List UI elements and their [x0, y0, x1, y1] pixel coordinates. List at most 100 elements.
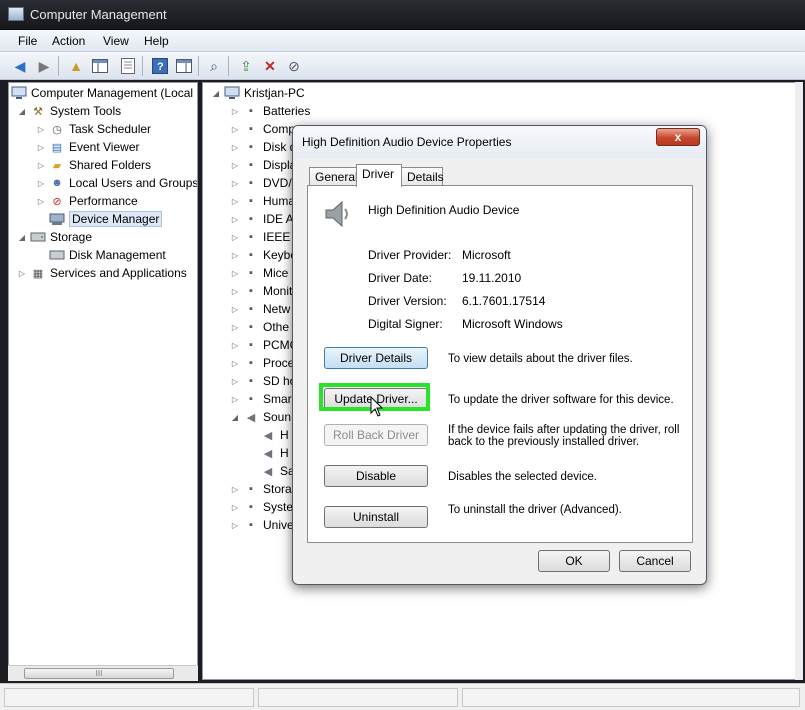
expand-arrow-icon[interactable]: ▷: [230, 287, 240, 296]
expand-arrow-icon[interactable]: ▷: [230, 179, 240, 188]
console-tree-pane[interactable]: Computer Management (Local ◢ ⚒ System To…: [8, 82, 198, 680]
expand-arrow-icon[interactable]: ▷: [230, 269, 240, 278]
expand-arrow-icon[interactable]: ▷: [230, 233, 240, 242]
device-category-item[interactable]: ▷ ▪ Comp: [230, 120, 295, 138]
device-category-item[interactable]: ▷ ▪ PCMC: [230, 336, 298, 354]
help-icon[interactable]: ?: [150, 56, 170, 76]
tree-item-task-scheduler[interactable]: ▷ ◷ Task Scheduler: [36, 120, 151, 138]
show-hide-tree-icon[interactable]: [90, 56, 110, 76]
device-category-item[interactable]: ▷ ▪ Othe: [230, 318, 289, 336]
expand-arrow-icon[interactable]: ▷: [230, 377, 240, 386]
device-category-item[interactable]: ▷ ▪ IEEE 1: [230, 228, 300, 246]
left-pane-horizontal-scrollbar[interactable]: III: [8, 665, 198, 681]
device-category-item[interactable]: ▷ ▪ DVD/: [230, 174, 292, 192]
collapse-arrow-icon[interactable]: ◢: [17, 233, 27, 242]
device-category-item[interactable]: ▷ ▪ Mice: [230, 264, 288, 282]
update-driver-icon[interactable]: ⇪: [236, 56, 256, 76]
menu-file[interactable]: File: [18, 34, 37, 48]
show-hide-action-pane-icon[interactable]: [174, 56, 194, 76]
expand-arrow-icon[interactable]: ▷: [230, 485, 240, 494]
scan-hardware-icon[interactable]: ⌕: [204, 56, 224, 76]
expand-arrow-icon[interactable]: ▷: [36, 179, 46, 188]
expand-arrow-icon[interactable]: ▷: [230, 395, 240, 404]
tree-item-local-users[interactable]: ▷ ☻ Local Users and Groups: [36, 174, 197, 192]
expand-arrow-icon[interactable]: ▷: [230, 161, 240, 170]
back-arrow-icon[interactable]: ◀: [10, 56, 30, 76]
expand-arrow-icon[interactable]: ▷: [230, 323, 240, 332]
device-category-item[interactable]: ▷ ▪ Huma: [230, 192, 295, 210]
expand-arrow-icon[interactable]: ▷: [36, 125, 46, 134]
device-category-item[interactable]: ▷ ▪ Batteries: [230, 102, 310, 120]
device-category-item[interactable]: ◢ ◀ Soun: [230, 408, 291, 426]
expand-arrow-icon[interactable]: ▷: [230, 197, 240, 206]
expand-arrow-icon[interactable]: ▷: [36, 143, 46, 152]
performance-icon: ⊘: [52, 195, 62, 208]
device-category-item[interactable]: ▷ ▪ Netw: [230, 300, 290, 318]
expand-arrow-icon[interactable]: ▷: [230, 503, 240, 512]
expand-arrow-icon[interactable]: ▷: [230, 341, 240, 350]
collapse-arrow-icon[interactable]: ◢: [230, 413, 240, 422]
expand-arrow-icon[interactable]: ▷: [230, 305, 240, 314]
uninstall-device-icon[interactable]: ✕: [260, 56, 280, 76]
speaker-icon: ◀: [263, 447, 273, 460]
tree-item-root[interactable]: Computer Management (Local: [11, 84, 193, 102]
tree-item-performance[interactable]: ▷ ⊘ Performance: [36, 192, 138, 210]
menu-help[interactable]: Help: [144, 34, 169, 48]
expand-arrow-icon[interactable]: ▷: [17, 269, 27, 278]
right-pane-vertical-scrollbar[interactable]: [795, 82, 803, 680]
disable-button[interactable]: Disable: [324, 465, 428, 487]
tree-label-storage: Storage: [50, 230, 93, 244]
expand-arrow-icon[interactable]: ▷: [230, 215, 240, 224]
tab-driver[interactable]: Driver: [356, 164, 402, 187]
expand-arrow-icon[interactable]: ▷: [36, 161, 46, 170]
device-category-item[interactable]: ▷ ▪ Displa: [230, 156, 296, 174]
tab-general[interactable]: General: [309, 167, 358, 186]
driver-details-button[interactable]: Driver Details: [324, 347, 428, 369]
cancel-button[interactable]: Cancel: [619, 550, 691, 572]
tree-item-device-manager[interactable]: Device Manager: [49, 210, 163, 228]
device-category-item[interactable]: ◀ H: [247, 444, 289, 462]
ok-button[interactable]: OK: [538, 550, 610, 572]
menu-action[interactable]: Action: [52, 34, 85, 48]
device-category-item[interactable]: ▷ ▪ Smar: [230, 390, 292, 408]
device-icon: ▪: [249, 141, 253, 153]
properties-icon[interactable]: [118, 56, 138, 76]
expand-arrow-icon[interactable]: ▷: [230, 143, 240, 152]
expand-arrow-icon[interactable]: ▷: [230, 359, 240, 368]
expand-arrow-icon[interactable]: ▷: [230, 107, 240, 116]
up-folder-icon[interactable]: ▲: [66, 56, 86, 76]
device-category-item[interactable]: ▷ ▪ Keybo: [230, 246, 297, 264]
device-category-item[interactable]: ▷ ▪ Unive: [230, 516, 294, 534]
tree-item-disk-management[interactable]: Disk Management: [49, 246, 166, 264]
collapse-arrow-icon[interactable]: ◢: [211, 89, 221, 98]
collapse-arrow-icon[interactable]: ◢: [17, 107, 27, 116]
expand-arrow-icon[interactable]: ▷: [230, 125, 240, 134]
expand-arrow-icon[interactable]: ▷: [36, 197, 46, 206]
device-category-item[interactable]: ▷ ▪ Proce: [230, 354, 294, 372]
device-category-item[interactable]: ▷ ▪ Disk d: [230, 138, 296, 156]
device-category-item[interactable]: ▷ ▪ Stora: [230, 480, 292, 498]
disable-device-icon[interactable]: ⊘: [284, 56, 304, 76]
device-category-item[interactable]: ◀ Sa: [247, 462, 295, 480]
tree-item-event-viewer[interactable]: ▷ ▤ Event Viewer: [36, 138, 140, 156]
tree-item-storage[interactable]: ◢ Storage: [17, 228, 92, 246]
device-category-item[interactable]: ▷ ▪ Syste: [230, 498, 293, 516]
tree-item-system-tools[interactable]: ◢ ⚒ System Tools: [17, 102, 121, 120]
uninstall-button[interactable]: Uninstall: [324, 506, 428, 528]
device-category-item[interactable]: ▷ ▪ Monit: [230, 282, 292, 300]
tab-details[interactable]: Details: [401, 167, 444, 186]
expand-arrow-icon[interactable]: ▷: [230, 251, 240, 260]
tree-item-shared-folders[interactable]: ▷ ▰ Shared Folders: [36, 156, 151, 174]
tree-item-computer[interactable]: ◢ Kristjan-PC: [211, 84, 305, 102]
menu-view[interactable]: View: [103, 34, 129, 48]
device-category-item[interactable]: ◀ H: [247, 426, 289, 444]
expand-arrow-icon[interactable]: ▷: [230, 521, 240, 530]
roll-back-driver-button[interactable]: Roll Back Driver: [324, 424, 428, 446]
forward-arrow-icon[interactable]: ▶: [34, 56, 54, 76]
scrollbar-thumb[interactable]: III: [24, 668, 174, 679]
device-category-item[interactable]: ▷ ▪ SD ho: [230, 372, 296, 390]
tree-label-task-scheduler: Task Scheduler: [69, 122, 152, 136]
close-button[interactable]: x: [656, 128, 700, 146]
device-category-item[interactable]: ▷ ▪ IDE A: [230, 210, 294, 228]
tree-item-services[interactable]: ▷ ▦ Services and Applications: [17, 264, 187, 282]
